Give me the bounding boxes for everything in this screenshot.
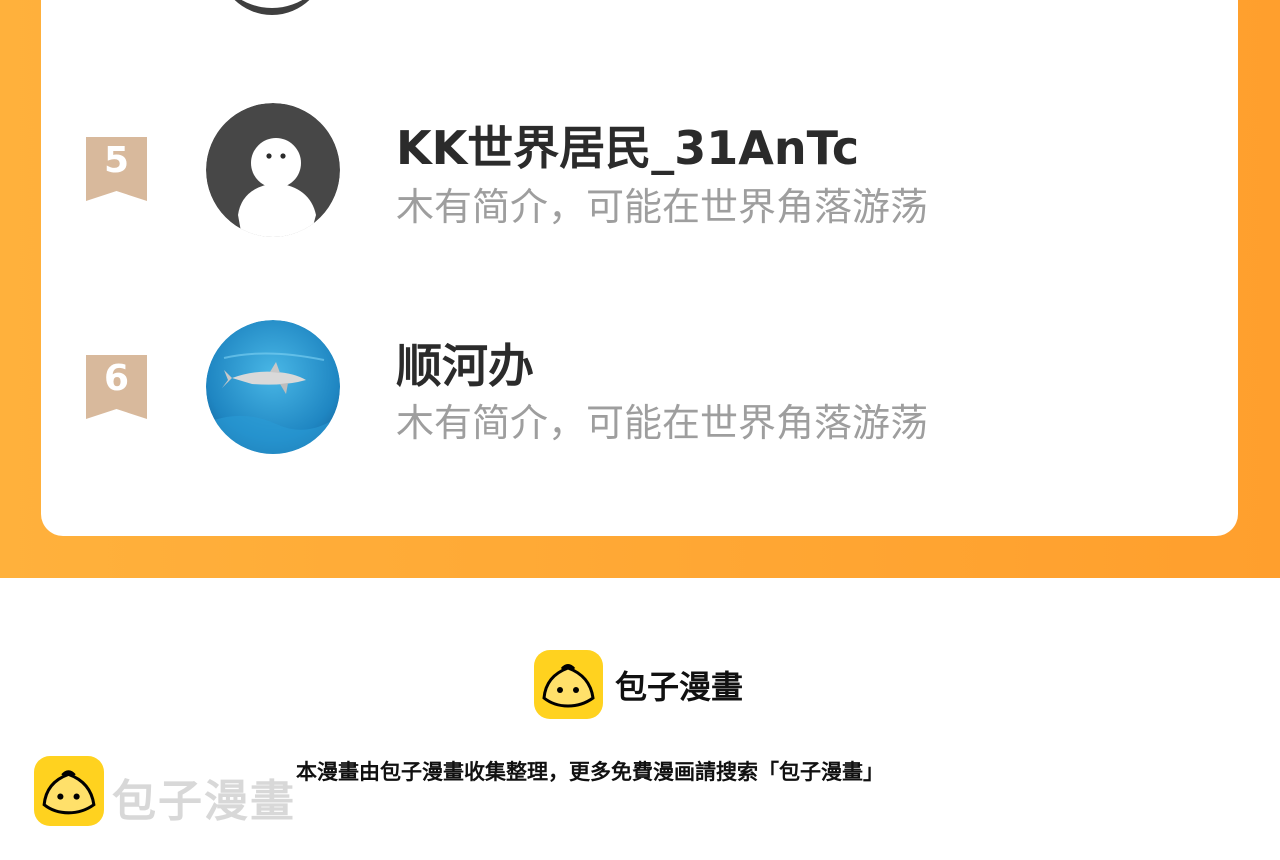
default-user-avatar-icon: [206, 103, 340, 237]
user-avatar[interactable]: [206, 320, 340, 454]
watermark-text: 包子漫畫: [112, 776, 296, 827]
ranking-card: [41, 0, 1238, 536]
rank-number: 6: [103, 358, 130, 399]
bun-logo-icon: [534, 650, 603, 719]
user-name[interactable]: 顺河办: [396, 330, 534, 396]
shark-photo-avatar: [206, 320, 340, 454]
rank-badge: 6: [86, 355, 147, 419]
footer-notice: 本漫畫由包子漫畫收集整理，更多免費漫画請搜索「包子漫畫」: [296, 760, 884, 784]
rank-number: 5: [103, 140, 130, 181]
rank-badge: 5: [86, 137, 147, 201]
user-name[interactable]: KK世界居民_31AnTc: [396, 112, 859, 178]
user-bio: 木有简介，可能在世界角落游荡: [396, 185, 929, 229]
user-avatar[interactable]: [206, 103, 340, 237]
user-bio: 木有简介，可能在世界角落游荡: [396, 401, 929, 445]
brand-name: 包子漫畫: [615, 668, 744, 706]
bun-logo-icon: [34, 756, 104, 826]
